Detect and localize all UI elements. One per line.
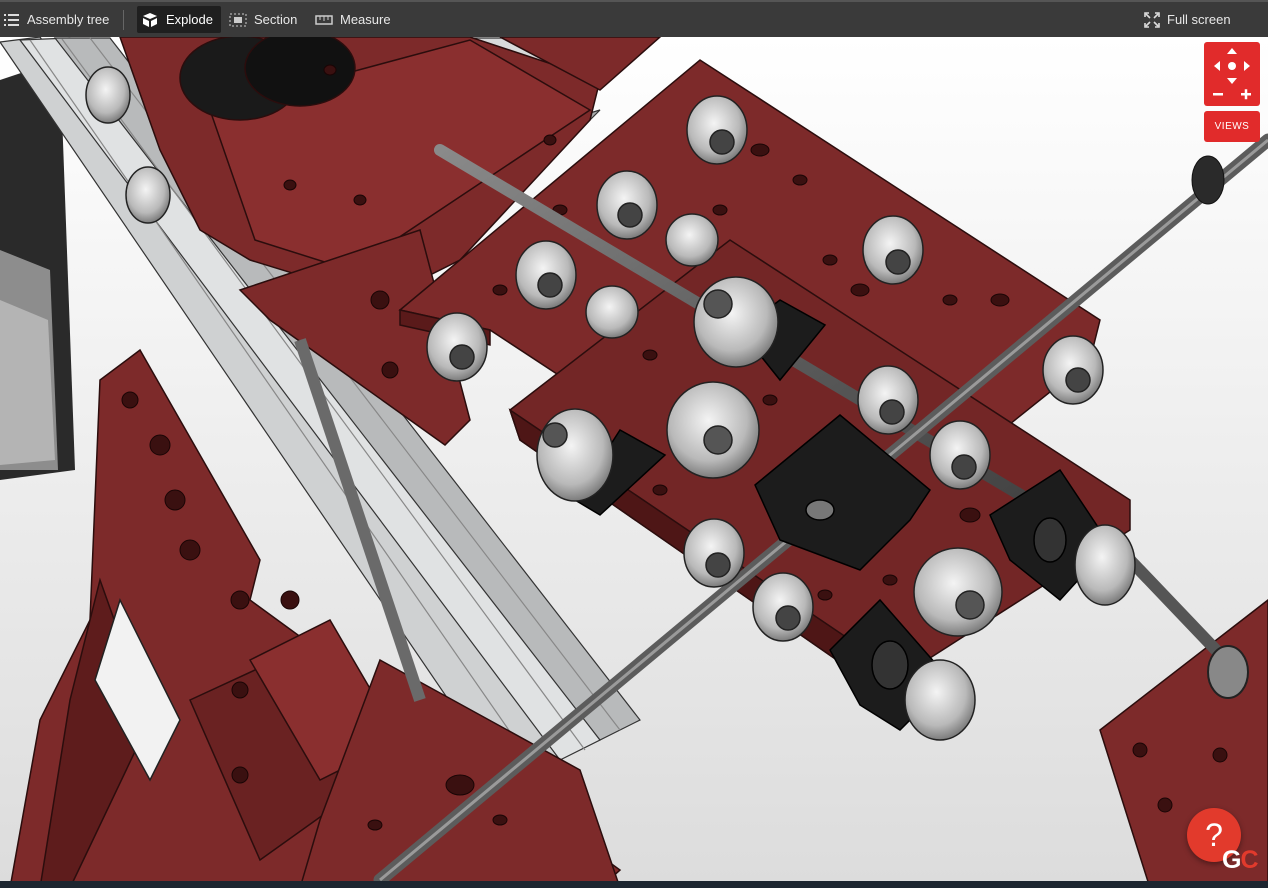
explode-icon <box>141 12 159 28</box>
navigation-control[interactable] <box>1204 42 1260 106</box>
cad-model-render <box>0 37 1268 888</box>
explode-label: Explode <box>166 12 213 27</box>
fullscreen-button[interactable]: Full screen <box>1144 2 1231 37</box>
measure-label: Measure <box>340 12 391 27</box>
taskbar-strip <box>0 881 1268 888</box>
ruler-icon <box>315 14 333 26</box>
section-button[interactable]: Section <box>229 2 297 37</box>
section-label: Section <box>254 12 298 27</box>
pan-arrows-icon <box>1213 48 1251 100</box>
measure-button[interactable]: Measure <box>315 2 391 37</box>
viewer-toolbar: Assembly tree Explode Section Measure Fu… <box>0 0 1268 37</box>
help-icon: ? <box>1205 816 1223 853</box>
explode-button[interactable]: Explode <box>137 6 221 33</box>
views-button[interactable]: VIEWS <box>1204 111 1260 142</box>
fullscreen-label: Full screen <box>1167 12 1231 27</box>
gc-logo: GC <box>1222 846 1259 874</box>
toolbar-divider <box>123 10 124 30</box>
assembly-tree-button[interactable]: Assembly tree <box>4 2 109 37</box>
section-icon <box>229 13 247 27</box>
list-icon <box>4 13 20 27</box>
zoom-plus-icon <box>1241 89 1251 100</box>
zoom-minus-icon <box>1213 93 1223 96</box>
assembly-tree-label: Assembly tree <box>27 12 110 27</box>
3d-viewport[interactable]: VIEWS ? GC <box>0 37 1268 888</box>
fullscreen-icon <box>1144 11 1160 28</box>
